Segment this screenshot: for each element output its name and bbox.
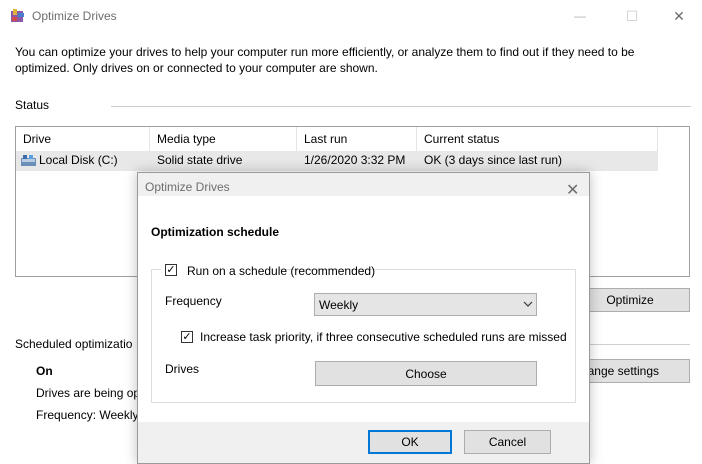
- current-status: OK (3 days since last run): [424, 153, 563, 167]
- scheduled-separator: [590, 344, 690, 345]
- defrag-app-icon: [11, 9, 24, 22]
- minimize-button[interactable]: —: [565, 4, 595, 28]
- ok-button[interactable]: OK: [368, 430, 452, 454]
- run-schedule-label[interactable]: Run on a schedule (recommended): [187, 264, 375, 278]
- minimize-icon: —: [574, 9, 586, 23]
- choose-drives-button[interactable]: Choose: [315, 361, 537, 386]
- increase-priority-label[interactable]: Increase task priority, if three consecu…: [200, 330, 567, 344]
- close-icon: ✕: [673, 7, 685, 24]
- increase-priority-checkbox[interactable]: ✓: [181, 331, 193, 343]
- maximize-icon: ☐: [625, 7, 639, 24]
- run-schedule-checkbox[interactable]: ✓: [165, 264, 177, 276]
- dialog-close-icon[interactable]: ✕: [566, 180, 579, 200]
- dialog-heading: Optimization schedule: [151, 225, 280, 239]
- chevron-down-icon: [523, 301, 533, 307]
- media-type: Solid state drive: [157, 153, 243, 167]
- column-last-run[interactable]: Last run: [297, 127, 417, 151]
- drive-icon: [21, 155, 36, 166]
- drive-name: Local Disk (C:): [39, 153, 118, 167]
- status-separator: [111, 106, 691, 107]
- column-drive[interactable]: Drive: [16, 127, 150, 151]
- schedule-description: Drives are being op: [36, 386, 141, 400]
- frequency-value: Weekly: [319, 298, 359, 312]
- description-text: You can optimize your drives to help you…: [15, 45, 635, 75]
- scheduled-optimization-label: Scheduled optimizatio: [15, 337, 133, 351]
- last-run: 1/26/2020 3:32 PM: [304, 153, 406, 167]
- window-title: Optimize Drives: [32, 9, 117, 23]
- close-button[interactable]: ✕: [664, 4, 694, 28]
- cancel-button[interactable]: Cancel: [464, 430, 551, 454]
- column-media-type[interactable]: Media type: [150, 127, 297, 151]
- drives-label: Drives: [165, 362, 200, 376]
- column-current-status[interactable]: Current status: [417, 127, 658, 151]
- maximize-button[interactable]: ☐: [617, 4, 647, 28]
- schedule-state: On: [36, 364, 53, 378]
- frequency-dropdown[interactable]: Weekly: [314, 293, 537, 316]
- status-label: Status: [15, 98, 50, 112]
- schedule-frequency: Frequency: Weekly: [36, 408, 139, 422]
- frequency-label: Frequency: [165, 294, 222, 308]
- dialog-title: Optimize Drives: [145, 180, 230, 194]
